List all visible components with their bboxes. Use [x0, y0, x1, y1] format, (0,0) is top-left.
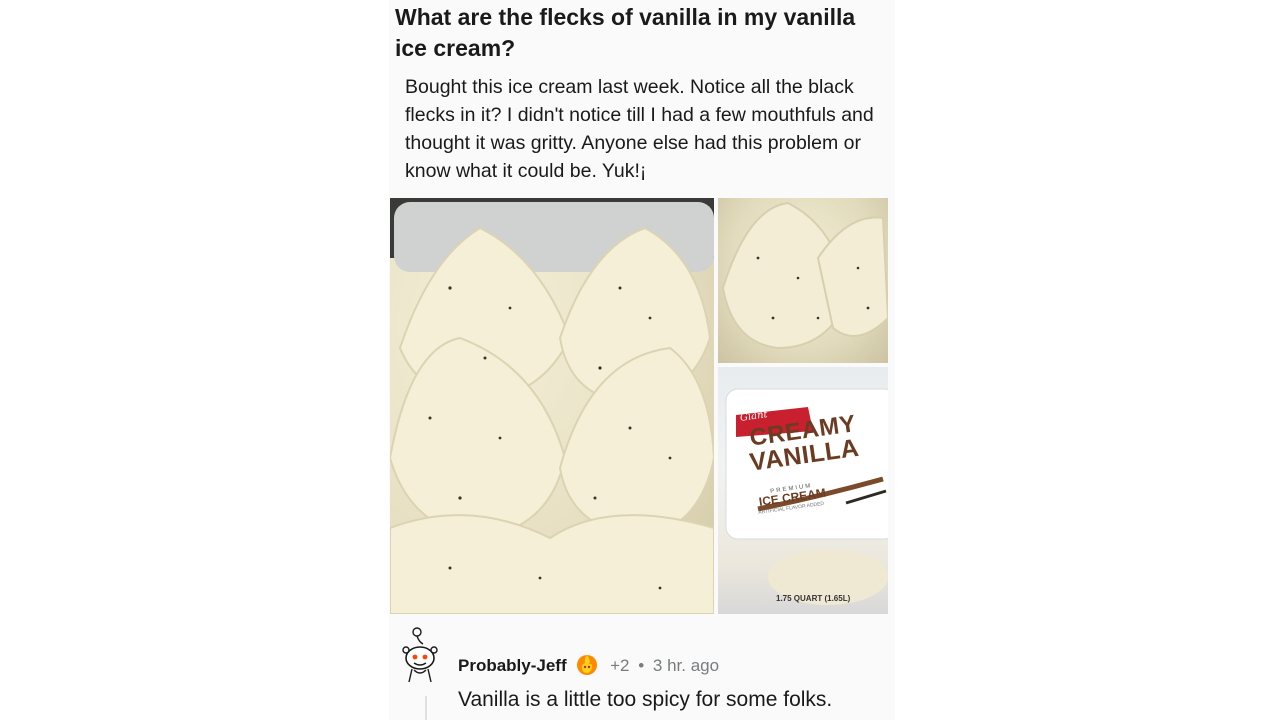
ice-cream-package-photo[interactable]: Giant CREAMY VANILLA PREMIUM ICE CREAM A…	[718, 367, 888, 614]
thread-line[interactable]	[425, 696, 427, 720]
snoo-avatar-icon[interactable]	[397, 626, 443, 686]
post-card: What are the flecks of vanilla in my van…	[389, 0, 895, 720]
comment-meta: Probably-Jeff +2 • 3 hr. ago	[458, 652, 719, 681]
comment-timestamp: 3 hr. ago	[652, 656, 720, 675]
comment-author[interactable]: Probably-Jeff	[458, 656, 567, 675]
meta-separator: •	[638, 656, 645, 675]
post-body: Bought this ice cream last week. Notice …	[405, 76, 874, 182]
ice-cream-photo-main[interactable]	[390, 198, 714, 614]
comment-score: +2	[610, 656, 630, 675]
comment-text: Vanilla is a little too spicy for some f…	[458, 688, 833, 711]
package-size: 1.75 QUART (1.65L)	[776, 594, 851, 603]
ice-cream-photo-closeup[interactable]	[718, 198, 888, 363]
award-flame-icon[interactable]	[575, 652, 599, 681]
post-title[interactable]: What are the flecks of vanilla in my van…	[395, 2, 885, 64]
comment: Probably-Jeff +2 • 3 hr. ago Vanilla is …	[389, 620, 895, 720]
